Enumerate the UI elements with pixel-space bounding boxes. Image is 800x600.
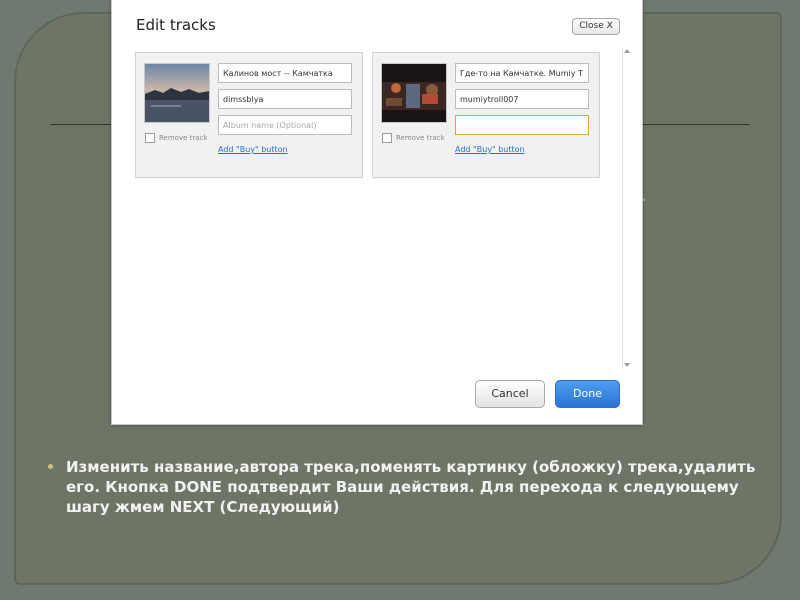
remove-track-label: Remove track bbox=[159, 134, 208, 142]
slide-bullet-text: Изменить название,автора трека,поменять … bbox=[66, 458, 756, 516]
slide-divider-left bbox=[50, 124, 112, 125]
vertical-scrollbar[interactable] bbox=[622, 48, 632, 368]
track-card: Remove track Add "Buy" button bbox=[372, 52, 600, 178]
track-cover-image[interactable] bbox=[144, 63, 210, 123]
track-artist-field[interactable] bbox=[455, 89, 589, 109]
add-buy-button-link[interactable]: Add "Buy" button bbox=[455, 145, 525, 154]
slide-divider-right bbox=[640, 124, 750, 125]
track-title-field[interactable] bbox=[455, 63, 589, 83]
remove-track-checkbox[interactable] bbox=[382, 133, 392, 143]
add-buy-button-link[interactable]: Add "Buy" button bbox=[218, 145, 288, 154]
scroll-down-icon[interactable] bbox=[624, 363, 630, 367]
remove-track-label: Remove track bbox=[396, 134, 445, 142]
track-card: Remove track Add "Buy" button bbox=[135, 52, 363, 178]
remove-track-option[interactable]: Remove track bbox=[145, 133, 207, 143]
remove-track-option[interactable]: Remove track bbox=[382, 133, 444, 143]
track-artist-field[interactable] bbox=[218, 89, 352, 109]
dialog-title: Edit tracks bbox=[136, 16, 216, 34]
sunset-cover-icon bbox=[145, 64, 209, 122]
remove-track-checkbox[interactable] bbox=[145, 133, 155, 143]
cancel-button[interactable]: Cancel bbox=[475, 380, 545, 408]
track-cover-image[interactable] bbox=[381, 63, 447, 123]
concert-cover-icon bbox=[382, 64, 446, 122]
bullet-icon bbox=[48, 464, 53, 469]
edit-tracks-dialog: Edit tracks Close X Remove track Калинов… bbox=[111, 0, 643, 425]
done-button[interactable]: Done bbox=[555, 380, 620, 408]
album-name-field[interactable] bbox=[455, 115, 589, 135]
track-title-field[interactable] bbox=[218, 63, 352, 83]
tracks-scroll-area: Remove track Add "Buy" button bbox=[132, 48, 618, 368]
close-button[interactable]: Close X bbox=[572, 18, 620, 35]
scroll-up-icon[interactable] bbox=[624, 49, 630, 53]
album-name-field[interactable] bbox=[218, 115, 352, 135]
